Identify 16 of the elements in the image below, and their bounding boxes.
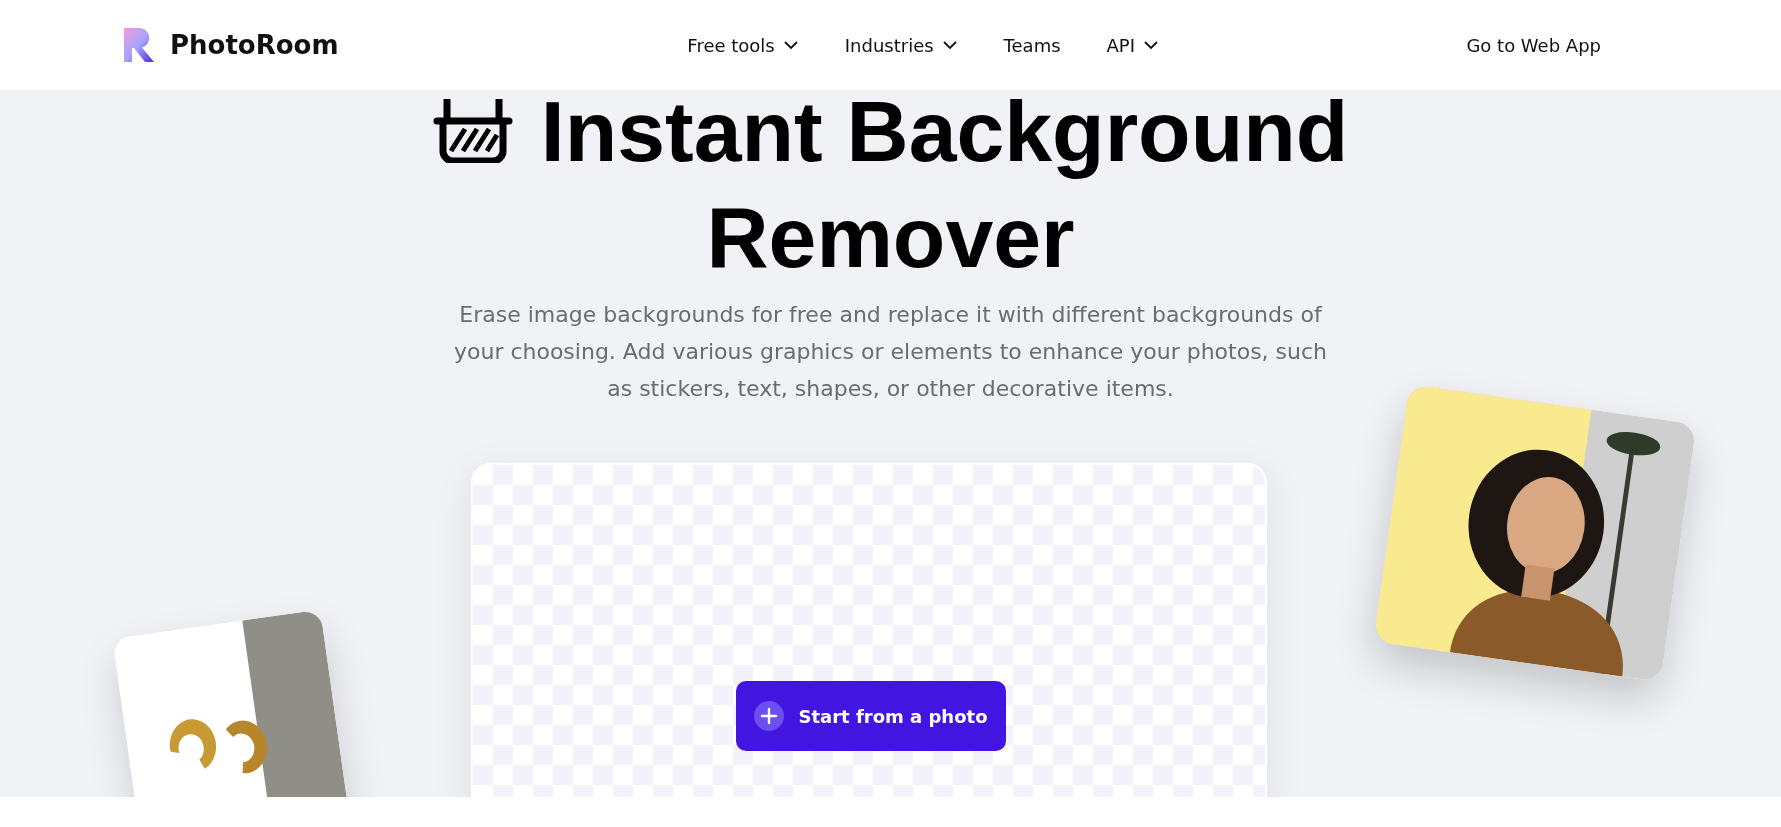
nav-link[interactable]: Free tools (687, 34, 799, 56)
start-button[interactable]: Start from a photo (736, 681, 1006, 751)
hero-description: Erase image backgrounds for free and replace it with different backgrounds of your choosing. Add various graphics or elements to enhance your photos, such as stickers, text, shapes, or other decorative items. (452, 301, 1329, 403)
nav-link[interactable]: API (1106, 34, 1160, 56)
nav-link[interactable]: Industries (844, 34, 958, 56)
web-app-link[interactable]: Go to Web App (1466, 34, 1601, 56)
hero-title: Instant Background (540, 82, 1349, 181)
plus-icon (754, 701, 785, 731)
chevron-down-icon (941, 40, 958, 50)
nav-link[interactable]: Teams (1003, 34, 1061, 56)
hero-title: Remover (706, 188, 1075, 287)
brand-name[interactable]: PhotoRoom (170, 30, 339, 60)
chevron-down-icon (782, 40, 799, 50)
upload-canvas[interactable]: Start from a photo (471, 463, 1267, 797)
basket-icon (432, 99, 513, 163)
chevron-down-icon (1143, 40, 1160, 50)
